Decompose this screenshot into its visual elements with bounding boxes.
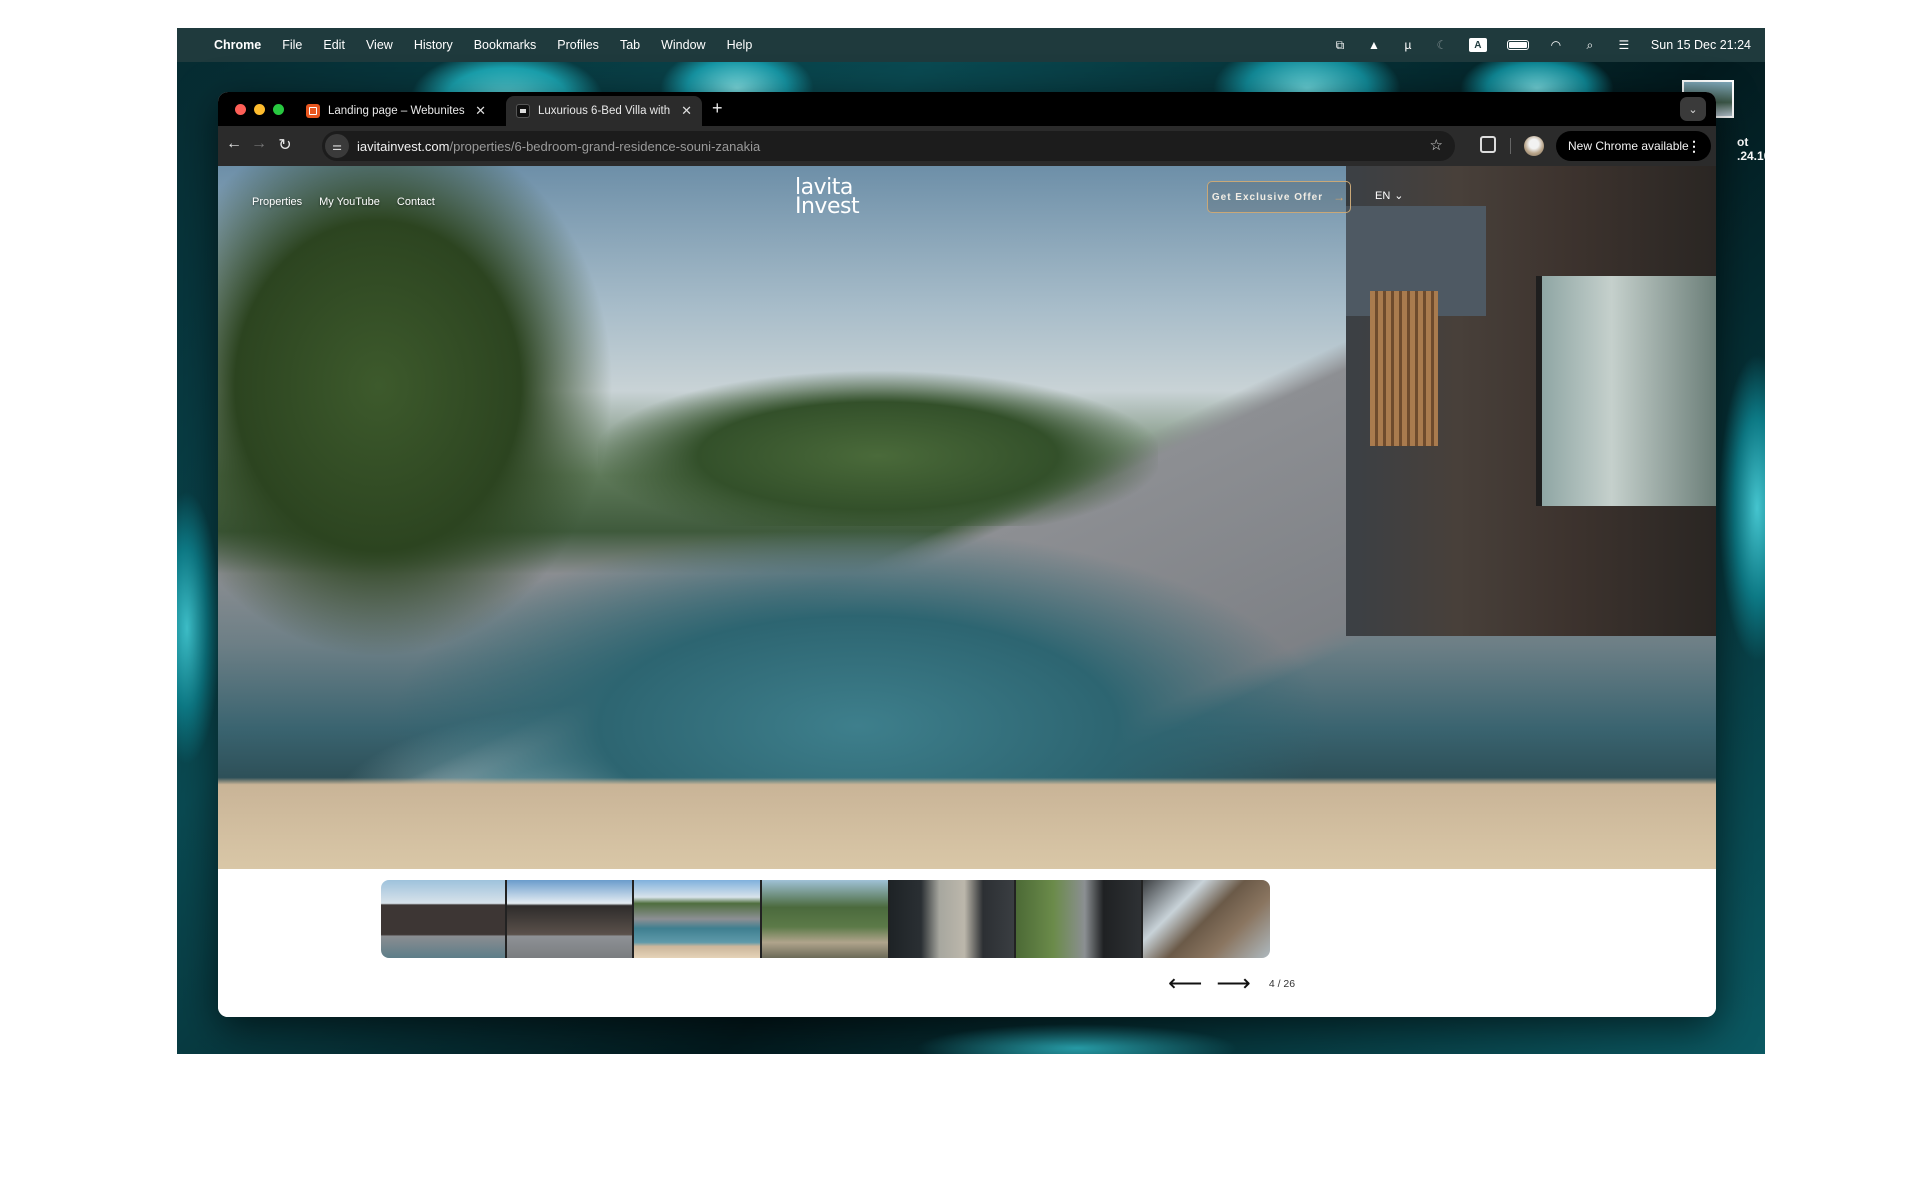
nav-my-youtube[interactable]: My YouTube <box>319 196 380 208</box>
thumbnail-garden[interactable] <box>762 880 890 958</box>
wifi-icon[interactable]: ◠ <box>1549 38 1563 52</box>
site-logo[interactable]: lavita Invest <box>795 177 860 218</box>
menu-help[interactable]: Help <box>727 38 753 52</box>
maximize-window-button[interactable] <box>273 104 284 115</box>
hero-trees <box>218 166 658 726</box>
gallery-thumbnails <box>381 880 1270 958</box>
menu-bar: Chrome File Edit View History Bookmarks … <box>177 28 1765 62</box>
previous-image-button[interactable]: ⟵ <box>1168 972 1202 996</box>
toolbar-divider <box>1510 138 1511 154</box>
menu-tab[interactable]: Tab <box>620 38 640 52</box>
image-counter: 4 / 26 <box>1268 978 1296 990</box>
utorrent-icon[interactable]: µ <box>1401 38 1415 52</box>
menu-view[interactable]: View <box>366 38 393 52</box>
extensions-icon[interactable] <box>1480 136 1496 153</box>
house-glass-door <box>1536 276 1716 506</box>
moon-icon[interactable]: ☾ <box>1435 38 1449 52</box>
address-bar[interactable]: ⚌ iavitainvest.com /properties/6-bedroom… <box>322 131 1455 161</box>
vlc-icon[interactable]: ▲ <box>1367 38 1381 52</box>
site-info-icon[interactable]: ⚌ <box>325 134 349 158</box>
close-tab-icon[interactable]: ✕ <box>681 103 692 119</box>
tab-landing-page[interactable]: Landing page – Webunites ✕ <box>296 96 496 126</box>
get-exclusive-offer-button[interactable]: Get Exclusive Offer → <box>1207 181 1351 213</box>
desktop: Chrome File Edit View History Bookmarks … <box>177 28 1765 1054</box>
hero-image-pool[interactable]: Properties My YouTube Contact lavita Inv… <box>218 166 1716 869</box>
webunites-favicon-icon <box>306 104 320 118</box>
hero-treeline <box>598 356 1158 526</box>
chrome-window: Landing page – Webunites ✕ Luxurious 6-B… <box>218 92 1716 1017</box>
gallery-pager: ⟵ ⟶ 4 / 26 <box>1168 972 1296 996</box>
arrow-right-icon: → <box>1333 190 1347 204</box>
profile-avatar[interactable] <box>1524 136 1544 156</box>
menu-edit[interactable]: Edit <box>323 38 345 52</box>
close-window-button[interactable] <box>235 104 246 115</box>
site-nav: Properties My YouTube Contact <box>252 196 435 208</box>
menu-window[interactable]: Window <box>661 38 705 52</box>
menu-app-name[interactable]: Chrome <box>214 38 261 52</box>
forward-button[interactable]: → <box>248 135 270 153</box>
tab-search-button[interactable]: ⌄ <box>1680 97 1706 121</box>
tab-villa[interactable]: Luxurious 6-Bed Villa with Po ✕ <box>506 96 702 126</box>
clock[interactable]: Sun 15 Dec 21:24 <box>1651 38 1751 52</box>
input-source-icon[interactable]: A <box>1468 38 1487 52</box>
thumbnail-walkway[interactable] <box>1016 880 1143 958</box>
new-tab-button[interactable]: + <box>712 98 723 119</box>
hero-house <box>1346 166 1716 636</box>
chevron-down-icon: ⌄ <box>1394 190 1404 202</box>
web-page: Properties My YouTube Contact lavita Inv… <box>218 166 1716 1017</box>
url-host: iavitainvest.com <box>357 138 450 154</box>
reload-button[interactable]: ↻ <box>274 135 296 155</box>
thumbnail-courtyard[interactable] <box>1143 880 1270 958</box>
url-path: /properties/6-bedroom-grand-residence-so… <box>449 138 761 154</box>
nav-properties[interactable]: Properties <box>252 196 302 208</box>
menu-profiles[interactable]: Profiles <box>557 38 599 52</box>
figma-icon[interactable]: ⧉ <box>1333 38 1347 52</box>
bookmark-star-icon[interactable]: ☆ <box>1430 136 1443 154</box>
house-wood-slats <box>1370 291 1438 446</box>
language-selector[interactable]: EN ⌄ <box>1375 189 1404 203</box>
thumbnail-villa-angle[interactable] <box>507 880 634 958</box>
next-image-button[interactable]: ⟶ <box>1216 972 1250 996</box>
chrome-update-button[interactable]: New Chrome available ⋮ <box>1556 131 1711 161</box>
control-center-icon[interactable]: ☰ <box>1617 38 1631 52</box>
window-controls <box>235 104 284 115</box>
tab-bar: Landing page – Webunites ✕ Luxurious 6-B… <box>218 92 1716 126</box>
search-icon[interactable]: ⌕ <box>1583 38 1597 52</box>
browser-toolbar: ← → ↻ ⚌ iavitainvest.com /properties/6-b… <box>218 126 1716 166</box>
thumbnail-gate[interactable] <box>890 880 1016 958</box>
minimize-window-button[interactable] <box>254 104 265 115</box>
back-button[interactable]: ← <box>223 135 245 153</box>
desktop-file-label[interactable]: ot .24.10 <box>1737 135 1765 163</box>
menu-bookmarks[interactable]: Bookmarks <box>474 38 537 52</box>
menu-file[interactable]: File <box>282 38 302 52</box>
thumbnail-pool-active[interactable] <box>634 880 762 958</box>
site-favicon-icon <box>516 104 530 118</box>
thumbnail-villa-front[interactable] <box>381 880 507 958</box>
battery-icon[interactable] <box>1506 40 1529 50</box>
menu-history[interactable]: History <box>414 38 453 52</box>
close-tab-icon[interactable]: ✕ <box>475 103 486 119</box>
nav-contact[interactable]: Contact <box>397 196 435 208</box>
more-menu-icon[interactable]: ⋮ <box>1687 138 1701 155</box>
